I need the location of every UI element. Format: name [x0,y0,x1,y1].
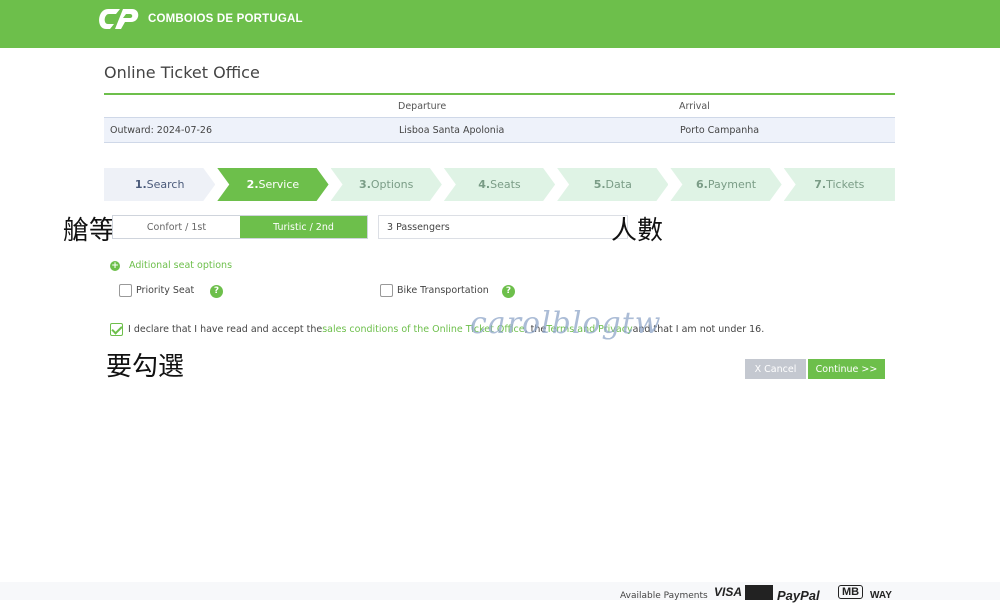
bike-transport-option[interactable]: Bike Transportation [380,284,489,297]
site-header: COMBOIOS DE PORTUGAL [0,0,1000,48]
journey-summary: Departure Arrival Outward: 2024-07-26 Li… [104,93,895,145]
journey-header: Departure Arrival [104,93,895,117]
watermark: carolblogtw [470,306,662,341]
arrival-station: Porto Campanha [680,125,760,136]
departure-header: Departure [398,101,447,112]
declaration-prefix: I declare that I have read and accept th… [128,324,323,335]
step-service[interactable]: 2. Service [217,168,328,201]
page-title: Online Ticket Office [104,63,260,82]
bike-transport-checkbox[interactable] [380,284,393,297]
departure-station: Lisboa Santa Apolonia [399,125,505,136]
step-label: Tickets [826,178,865,191]
step-number: 5. [593,178,606,191]
cancel-button[interactable]: X Cancel [745,359,806,379]
mbway-logo: WAY [870,590,892,601]
visa-logo: VISA [714,585,743,599]
paypal-logo: PayPal [777,588,820,603]
mb-logo: MB [838,585,864,599]
step-number: 2. [246,178,259,191]
class-option-first[interactable]: Confort / 1st [113,216,240,238]
step-label: Service [258,178,300,191]
seat-options-label: Aditional seat options [129,260,233,271]
brand-name: COMBOIOS DE PORTUGAL [148,13,303,25]
bike-transport-label: Bike Transportation [397,285,489,296]
step-options[interactable]: 3. Options [331,168,442,201]
outward-date: Outward: 2024-07-26 [110,125,213,136]
declaration-checkbox[interactable] [110,323,123,336]
annotation-class: 艙等 [63,216,116,246]
annotation-passengers: 人數 [611,216,664,246]
step-payment[interactable]: 6. Payment [670,168,781,201]
priority-seat-checkbox[interactable] [119,284,132,297]
step-seats[interactable]: 4. Seats [444,168,555,201]
additional-seat-options-link[interactable]: + Aditional seat options [110,260,232,271]
step-number: 3. [359,178,371,191]
continue-button[interactable]: Continue >> [808,359,885,379]
progress-steps: 1. Search 2. Service 3. Options 4. Seats 5. D… [104,168,895,201]
cp-logo[interactable]: COMBOIOS DE PORTUGAL [94,6,303,32]
class-toggle: Confort / 1st Turistic / 2nd [112,215,368,239]
plus-circle-icon: + [110,260,120,271]
step-label: Seats [490,178,521,191]
step-number: 1. [134,178,147,191]
priority-seat-label: Priority Seat [136,285,195,296]
declaration: I declare that I have read and accept th… [110,323,764,336]
step-label: Options [370,178,414,191]
passengers-select[interactable]: 3 Passengers [378,215,628,239]
cp-logo-icon [99,9,139,29]
step-tickets[interactable]: 7. Tickets [783,168,895,201]
question-icon[interactable]: ? [210,285,223,298]
step-label: Search [146,178,185,191]
arrival-header: Arrival [679,101,710,112]
annotation-check: 要勾選 [106,352,185,382]
step-label: Data [605,178,632,191]
step-number: 7. [814,178,827,191]
card-logo-icon [745,585,773,600]
step-search[interactable]: 1. Search [104,168,215,201]
class-option-second[interactable]: Turistic / 2nd [240,216,367,238]
step-data[interactable]: 5. Data [557,168,668,201]
priority-seat-option[interactable]: Priority Seat [119,284,194,297]
step-label: Payment [707,178,757,191]
step-number: 4. [478,178,491,191]
question-icon[interactable]: ? [502,285,515,298]
journey-row: Outward: 2024-07-26 Lisboa Santa Apoloni… [104,117,895,143]
step-number: 6. [696,178,708,191]
